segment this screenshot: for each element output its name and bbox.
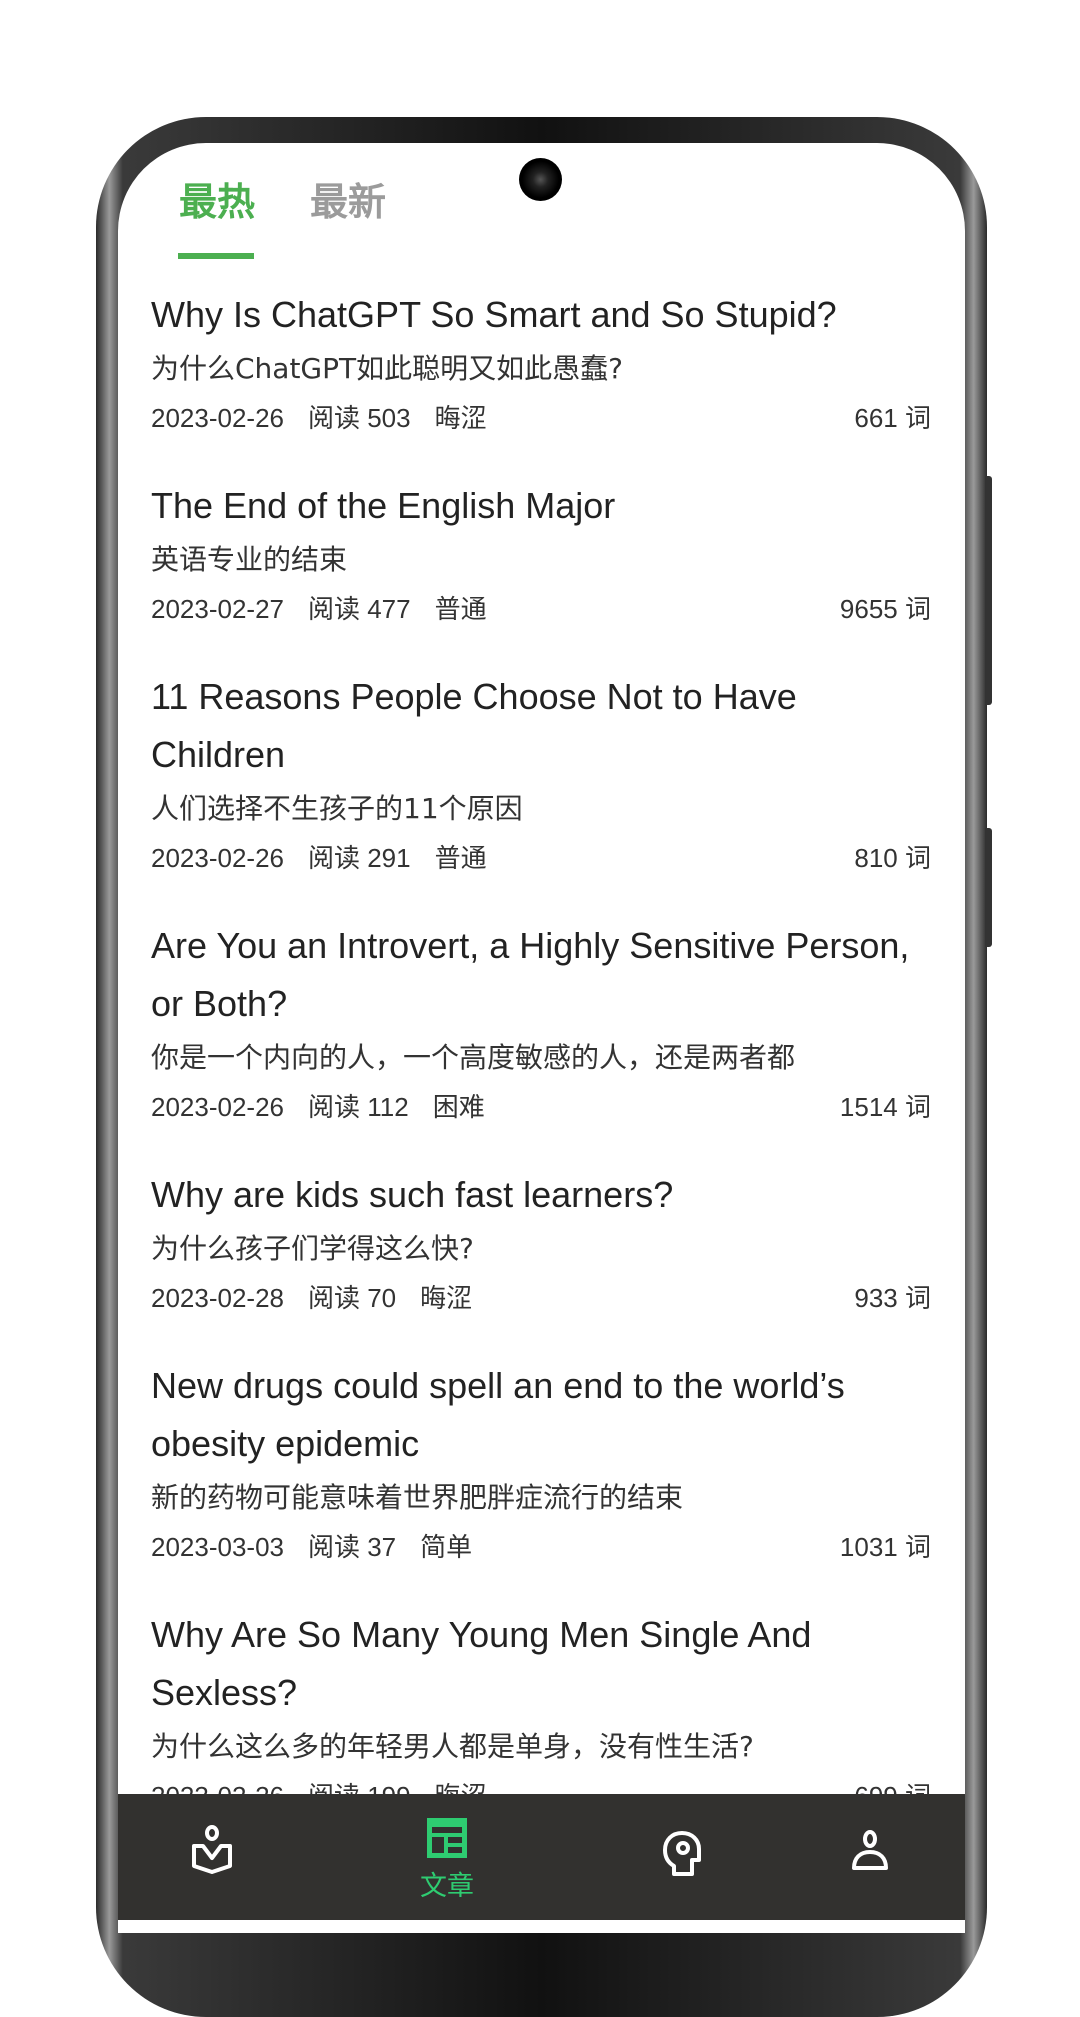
article-date: 2023-02-26 [151,403,284,433]
article-reads: 阅读 70 [308,1283,397,1313]
article-difficulty: 简单 [420,1532,473,1562]
front-camera [519,158,562,201]
article-meta: 2023-03-03 阅读 37 简单 1031 词 [151,1527,931,1567]
article-title: Why Are So Many Young Men Single And Sex… [151,1614,812,1713]
article-word-count: 1031 词 [839,1532,931,1562]
article-reads: 阅读 503 [308,403,411,433]
newspaper-icon [427,1818,467,1858]
bottom-nav: 文章 [118,1794,965,1920]
article-item[interactable]: 11 Reasons People Choose Not to Have Chi… [151,668,931,917]
article-word-count: 9655 词 [839,594,931,624]
article-date: 2023-02-28 [151,1283,284,1313]
article-meta: 2023-02-26 阅读 503 晦涩 661 词 [151,398,931,438]
article-reads: 阅读 477 [308,594,411,624]
article-subtitle: 为什么ChatGPT如此聪明又如此愚蠢? [151,352,623,385]
article-meta: 2023-02-26 阅读 112 困难 1514 词 [151,1087,931,1127]
nav-label-articles: 文章 [420,1871,474,1902]
article-list: Why Is ChatGPT So Smart and So Stupid? 为什… [151,286,931,1855]
volume-button [985,476,992,705]
article-title: Why Is ChatGPT So Smart and So Stupid? [151,294,837,335]
article-difficulty: 晦涩 [434,403,487,433]
article-item[interactable]: Why are kids such fast learners? 为什么孩子们学得… [151,1166,931,1357]
article-title: Are You an Introvert, a Highly Sensitive… [151,925,910,1024]
head-gear-icon [663,1831,701,1876]
article-date: 2023-02-27 [151,594,284,624]
article-item[interactable]: Are You an Introvert, a Highly Sensitive… [151,917,931,1166]
article-subtitle: 新的药物可能意味着世界肥胖症流行的结束 [151,1481,684,1514]
article-subtitle: 英语专业的结束 [151,543,348,576]
article-date: 2023-02-26 [151,843,284,873]
article-item[interactable]: New drugs could spell an end to the worl… [151,1357,931,1606]
article-title: Why are kids such fast learners? [151,1174,674,1215]
article-title: New drugs could spell an end to the worl… [151,1365,845,1464]
nav-item-reading[interactable] [152,1794,272,1950]
article-subtitle: 人们选择不生孩子的11个原因 [151,792,523,825]
article-difficulty: 困难 [432,1092,485,1122]
article-reads: 阅读 112 [308,1092,409,1122]
power-button [985,828,992,947]
active-tab-indicator [178,253,254,259]
book-reader-icon [192,1825,232,1874]
article-subtitle: 为什么这么多的年轻男人都是单身，没有性生活? [151,1730,754,1763]
article-difficulty: 普通 [434,594,487,624]
article-word-count: 661 词 [854,403,931,433]
article-date: 2023-02-26 [151,1092,284,1122]
user-icon [852,1830,888,1870]
tab-hottest[interactable]: 最热 [179,178,255,226]
article-reads: 阅读 37 [308,1532,397,1562]
article-word-count: 810 词 [854,843,931,873]
article-word-count: 1514 词 [839,1092,931,1122]
article-difficulty: 晦涩 [420,1283,473,1313]
article-meta: 2023-02-28 阅读 70 晦涩 933 词 [151,1278,931,1318]
article-item[interactable]: The End of the English Major 英语专业的结束 2023-… [151,477,931,668]
article-subtitle: 你是一个内向的人，一个高度敏感的人，还是两者都 [151,1041,796,1074]
article-title: 11 Reasons People Choose Not to Have Chi… [151,676,797,775]
nav-item-profile[interactable] [810,1794,930,1956]
article-title: The End of the English Major [151,485,616,526]
article-subtitle: 为什么孩子们学得这么快? [151,1232,474,1265]
article-reads: 阅读 291 [308,843,411,873]
article-meta: 2023-02-27 阅读 477 普通 9655 词 [151,589,931,629]
article-date: 2023-03-03 [151,1532,284,1562]
article-item[interactable]: Why Is ChatGPT So Smart and So Stupid? 为什… [151,286,931,477]
article-difficulty: 普通 [434,843,487,873]
nav-item-thinking[interactable] [622,1794,742,1956]
article-meta: 2023-02-26 阅读 291 普通 810 词 [151,838,931,878]
article-word-count: 933 词 [854,1283,931,1313]
tab-newest[interactable]: 最新 [310,178,386,226]
